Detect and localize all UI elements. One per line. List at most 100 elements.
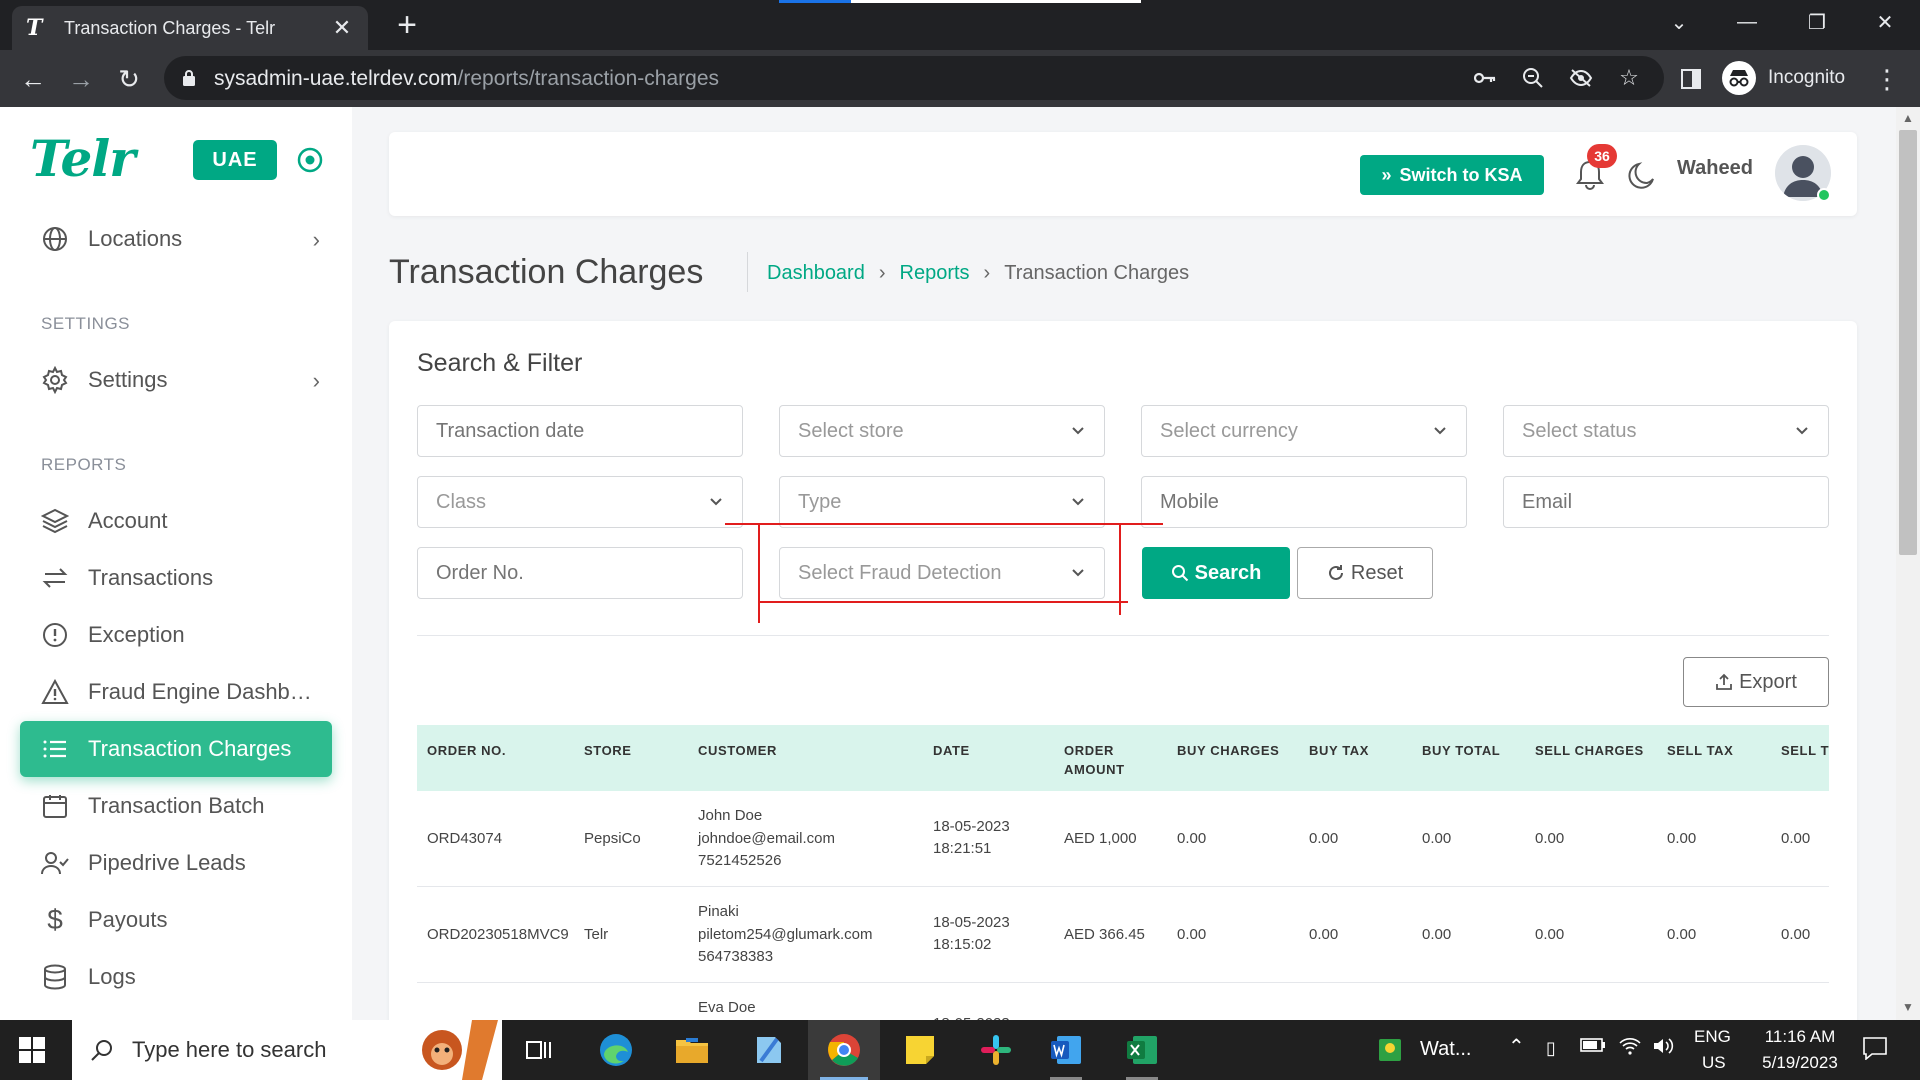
currency-select[interactable]: Select currency bbox=[1141, 405, 1467, 457]
weather-app-icon[interactable] bbox=[1370, 1020, 1410, 1080]
breadcrumb-reports[interactable]: Reports bbox=[900, 262, 970, 285]
column-header[interactable]: CUSTOMER bbox=[698, 741, 777, 760]
column-header[interactable]: BUY CHARGES bbox=[1177, 741, 1279, 760]
clock-time[interactable]: 11:16 AM bbox=[1750, 1027, 1850, 1047]
date-cell: 18-05-2023 bbox=[933, 914, 1010, 931]
back-arrow-icon[interactable]: ← bbox=[14, 60, 52, 98]
table-header: ORDER NO. STORE CUSTOMER DATE ORDER AMOU… bbox=[417, 725, 1829, 791]
zoom-icon[interactable] bbox=[1518, 64, 1548, 92]
restore-icon[interactable]: ❐ bbox=[1782, 0, 1852, 44]
order-number-input[interactable] bbox=[417, 547, 743, 599]
clock-date[interactable]: 5/19/2023 bbox=[1750, 1053, 1850, 1073]
column-header[interactable]: BUY TOTAL bbox=[1422, 741, 1500, 760]
scroll-down-arrow-icon[interactable]: ▼ bbox=[1900, 1000, 1916, 1016]
sidebar-item-account[interactable]: Account bbox=[20, 493, 332, 549]
sell-charges-cell: 0.00 bbox=[1535, 830, 1565, 847]
language-secondary[interactable]: US bbox=[1702, 1053, 1726, 1073]
moon-icon[interactable] bbox=[1625, 159, 1657, 191]
type-select[interactable]: Type bbox=[779, 476, 1105, 528]
forward-arrow-icon[interactable]: → bbox=[62, 60, 100, 98]
table-row[interactable]: ORD20230518MVC9 Telr Pinaki piletom254@g… bbox=[417, 887, 1829, 983]
close-tab-icon[interactable]: ✕ bbox=[330, 15, 354, 41]
edge-browser-icon[interactable] bbox=[580, 1020, 652, 1080]
new-tab-plus-icon[interactable]: + bbox=[390, 8, 424, 42]
currency-select-value: Select currency bbox=[1160, 419, 1298, 442]
column-header[interactable]: SELL CHARGES bbox=[1535, 741, 1644, 760]
wifi-icon[interactable] bbox=[1618, 1036, 1642, 1061]
target-icon[interactable] bbox=[297, 147, 323, 173]
sidebar-item-transaction-batch[interactable]: Transaction Batch bbox=[20, 778, 332, 834]
taskbar-search-box[interactable]: Type here to search bbox=[72, 1020, 502, 1080]
minimize-icon[interactable]: — bbox=[1712, 0, 1782, 44]
notifications-icon[interactable] bbox=[1862, 1036, 1888, 1065]
class-select[interactable]: Class bbox=[417, 476, 743, 528]
table-row[interactable]: ORD43074 PepsiCo John Doe johndoe@email.… bbox=[417, 791, 1829, 887]
reload-icon[interactable]: ↻ bbox=[110, 60, 148, 98]
omnibox[interactable]: sysadmin-uae.telrdev.com/reports/transac… bbox=[164, 56, 1664, 100]
reset-button[interactable]: Reset bbox=[1297, 547, 1433, 599]
upload-icon bbox=[1716, 673, 1732, 690]
column-header[interactable]: SELL TOTAL bbox=[1781, 741, 1829, 760]
sidebar-item-transaction-charges[interactable]: Transaction Charges bbox=[20, 721, 332, 777]
incognito-profile[interactable]: Incognito bbox=[1722, 56, 1878, 100]
scroll-up-arrow-icon[interactable]: ▲ bbox=[1900, 111, 1916, 127]
sidebar-item-fraud-engine-dashboard[interactable]: Fraud Engine Dashboard bbox=[20, 664, 332, 720]
column-header[interactable]: SELL TAX bbox=[1667, 741, 1733, 760]
tray-chevron-up-icon[interactable]: ⌃ bbox=[1508, 1034, 1525, 1059]
list-icon bbox=[40, 734, 70, 764]
language-primary[interactable]: ENG bbox=[1694, 1027, 1731, 1047]
page-scrollbar-thumb[interactable] bbox=[1899, 130, 1917, 555]
column-header[interactable]: ORDER NO. bbox=[427, 741, 506, 760]
tab-search-chevron-icon[interactable]: ⌄ bbox=[1644, 0, 1714, 44]
search-button[interactable]: Search bbox=[1142, 547, 1290, 599]
sidebar-item-payouts[interactable]: $ Payouts bbox=[20, 892, 332, 948]
browser-tab[interactable]: T Transaction Charges - Telr ✕ bbox=[12, 6, 368, 50]
breadcrumb-dashboard[interactable]: Dashboard bbox=[767, 262, 865, 285]
browser-menu-icon[interactable]: ⋮ bbox=[1868, 60, 1906, 98]
settings-heading: SETTINGS bbox=[41, 314, 131, 333]
window-close-icon[interactable]: ✕ bbox=[1850, 0, 1920, 44]
column-header[interactable]: ORDER AMOUNT bbox=[1064, 741, 1144, 779]
export-button[interactable]: Export bbox=[1683, 657, 1829, 707]
eye-off-icon[interactable] bbox=[1566, 64, 1596, 92]
sidebar-item-pipedrive-leads[interactable]: Pipedrive Leads bbox=[20, 835, 332, 891]
fraud-detection-select[interactable]: Select Fraud Detection bbox=[779, 547, 1105, 599]
windows-start-icon[interactable] bbox=[18, 1036, 46, 1064]
date-cell: 18-05-2023 bbox=[933, 818, 1010, 835]
column-header[interactable]: STORE bbox=[584, 741, 632, 760]
email-input[interactable] bbox=[1503, 476, 1829, 528]
sidebar-item-settings[interactable]: Settings › bbox=[20, 352, 332, 408]
user-name[interactable]: Waheed bbox=[1677, 157, 1753, 180]
key-icon[interactable] bbox=[1470, 64, 1500, 92]
weather-label[interactable]: Wat... bbox=[1420, 1038, 1471, 1061]
sticky-notes-icon[interactable] bbox=[884, 1020, 956, 1080]
excel-app-icon[interactable] bbox=[1106, 1020, 1178, 1080]
side-panel-icon[interactable] bbox=[1672, 60, 1710, 98]
battery-icon[interactable] bbox=[1580, 1037, 1606, 1058]
transaction-date-input[interactable] bbox=[417, 405, 743, 457]
word-app-icon[interactable] bbox=[1030, 1020, 1102, 1080]
chrome-browser-icon[interactable] bbox=[808, 1020, 880, 1080]
column-header[interactable]: DATE bbox=[933, 741, 970, 760]
sidebar-item-locations[interactable]: Locations › bbox=[20, 211, 332, 267]
notepad-app-icon[interactable] bbox=[732, 1020, 804, 1080]
status-select[interactable]: Select status bbox=[1503, 405, 1829, 457]
store-select[interactable]: Select store bbox=[779, 405, 1105, 457]
volume-icon[interactable] bbox=[1652, 1036, 1674, 1061]
customer-name-cell: John Doe bbox=[698, 807, 763, 824]
switch-to-ksa-button[interactable]: » Switch to KSA bbox=[1360, 155, 1544, 195]
mobile-input[interactable] bbox=[1141, 476, 1467, 528]
region-badge[interactable]: UAE bbox=[193, 140, 277, 180]
sidebar-item-exception[interactable]: Exception bbox=[20, 607, 332, 663]
device-icon[interactable]: ▯ bbox=[1546, 1038, 1556, 1059]
file-explorer-icon[interactable] bbox=[656, 1020, 728, 1080]
sell-tax-cell: 0.00 bbox=[1667, 926, 1697, 943]
column-header[interactable]: BUY TAX bbox=[1309, 741, 1369, 760]
slack-icon[interactable] bbox=[960, 1020, 1032, 1080]
bookmark-star-icon[interactable]: ☆ bbox=[1614, 64, 1644, 92]
task-view-icon[interactable] bbox=[504, 1020, 576, 1080]
sidebar-item-transactions[interactable]: Transactions bbox=[20, 550, 332, 606]
telr-logo[interactable]: Telr bbox=[30, 129, 136, 188]
sidebar-item-logs[interactable]: Logs bbox=[20, 949, 332, 1005]
transaction-charges-table: ORDER NO. STORE CUSTOMER DATE ORDER AMOU… bbox=[417, 725, 1829, 1041]
